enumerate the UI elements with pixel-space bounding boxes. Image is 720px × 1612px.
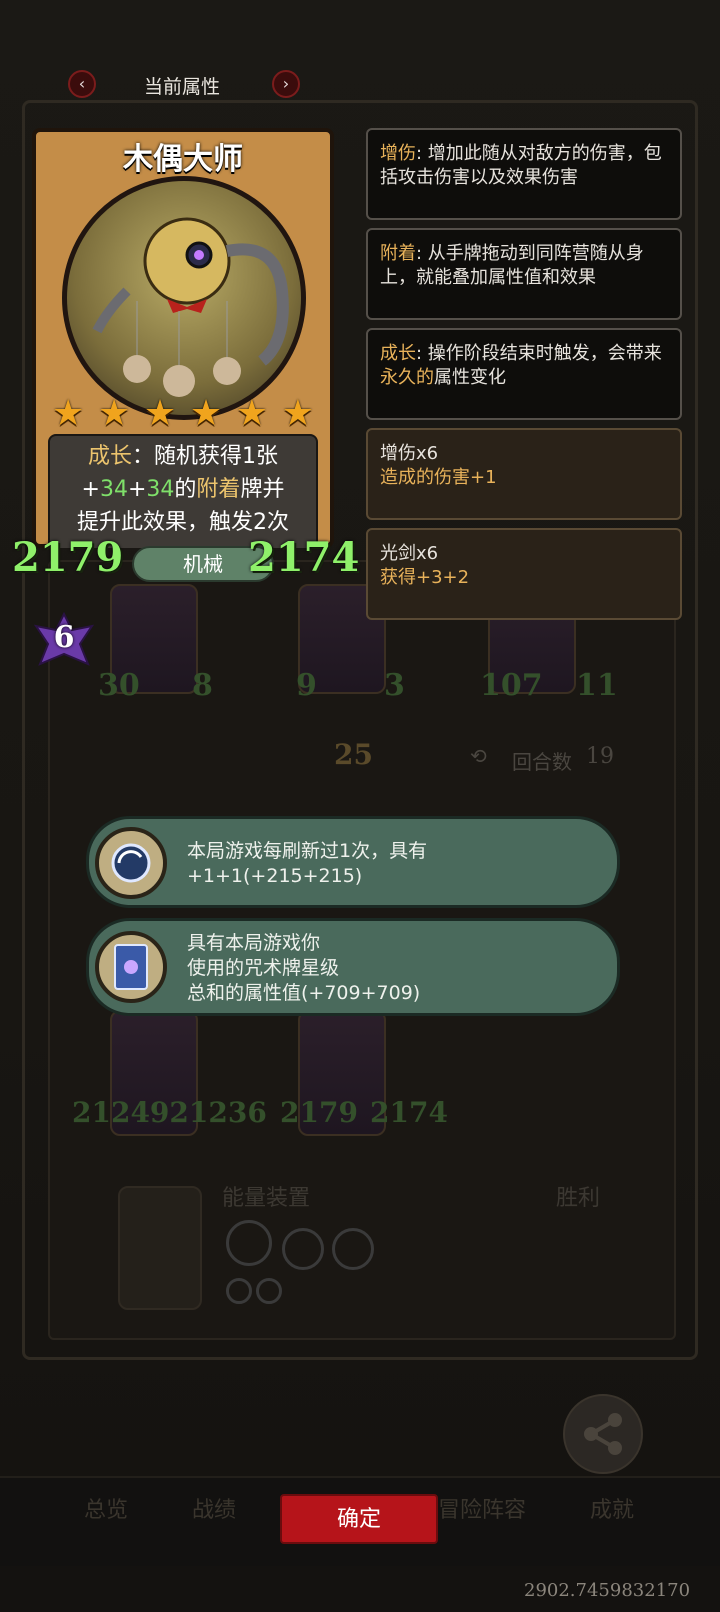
- tab-adventure-lineup[interactable]: 冒险阵容: [438, 1492, 526, 1524]
- attack-value: 2179: [12, 534, 124, 581]
- bg-minion-hp: 8: [192, 668, 213, 703]
- star-icon: ★: [235, 393, 269, 434]
- spell-book-icon: [95, 931, 167, 1003]
- bg-minion-hp: 11: [576, 668, 618, 703]
- tier-badge: 6: [33, 611, 95, 668]
- effect-line: 具有本局游戏你: [187, 932, 321, 954]
- star-icon: ★: [52, 393, 85, 434]
- hp-bonus: 34: [146, 477, 175, 502]
- desc-line-1: 成长：随机获得1张: [50, 440, 316, 473]
- tooltip-text: : 增加此随从对敌方的伤害，包括攻击伤害以及效果伤害: [380, 143, 662, 188]
- tooltip-growth: 成长: 操作阶段结束时触发，会带来永久的属性变化: [366, 328, 682, 420]
- star-icon: ★: [281, 393, 314, 434]
- keyword-attach: 附着: [196, 477, 241, 502]
- share-icon: [584, 1413, 622, 1455]
- desc-line-2: +34+34的附着牌并: [50, 473, 316, 506]
- star-icon: ★: [97, 393, 131, 434]
- buff-entry: 增伤x6 造成的伤害+1: [366, 428, 682, 520]
- effect-line: 本局游戏每刷新过1次，具有: [187, 840, 428, 862]
- bg-minion-hp: 2174: [370, 1096, 448, 1129]
- device-slot: [226, 1220, 272, 1266]
- energy-device-label: 能量装置: [222, 1185, 311, 1210]
- round-label: 回合数: [512, 752, 572, 774]
- device-slot: [282, 1228, 324, 1270]
- tooltip-text: : 从手牌拖动到同阵营随从身上，就能叠加属性值和效果: [380, 243, 644, 288]
- atk-bonus: 34: [99, 477, 128, 502]
- bg-minion-atk: 9: [296, 668, 317, 703]
- round-value: 19: [586, 744, 614, 769]
- device-slot-small: [256, 1278, 282, 1304]
- buff-entry: 光剑x6 获得+3+2: [366, 528, 682, 620]
- card-description: 成长：随机获得1张 +34+34的附着牌并 提升此效果，触发2次: [48, 434, 318, 550]
- effect-refresh: 本局游戏每刷新过1次，具有 +1+1(+215+215): [86, 816, 620, 908]
- device-slot: [332, 1228, 374, 1270]
- desc-text: 牌并: [240, 477, 285, 502]
- result-label: 胜利: [556, 1185, 601, 1210]
- star-icon: ★: [143, 393, 177, 434]
- bg-minion-atk: 2179: [280, 1096, 358, 1129]
- record-id: 2902.7459832170: [524, 1580, 691, 1601]
- next-arrow-button[interactable]: ›: [272, 70, 300, 98]
- tooltip-text: : 操作阶段结束时触发，会带来: [416, 343, 662, 364]
- confirm-button[interactable]: 确定: [280, 1494, 438, 1544]
- page-title: 当前属性: [143, 76, 220, 98]
- star-icon: ★: [189, 393, 223, 434]
- clock-device-icon: [118, 1186, 202, 1310]
- desc-text: 的: [174, 477, 197, 502]
- star-rating: ★ ★ ★ ★ ★ ★: [52, 394, 314, 434]
- card-name: 木偶大师: [123, 142, 243, 177]
- buff-effect: 获得+3+2: [380, 567, 470, 588]
- share-button[interactable]: [563, 1394, 643, 1474]
- plus-sign: +: [81, 477, 100, 502]
- effect-line: 总和的属性值(+709+709): [187, 982, 421, 1004]
- tooltip-keyword: 附着: [380, 243, 416, 264]
- tab-achievements[interactable]: 成就: [590, 1492, 634, 1524]
- bg-minion-hp: 3: [384, 668, 405, 703]
- round-icon: ⟲: [470, 746, 487, 768]
- refresh-effect-icon: [95, 827, 167, 899]
- tooltip-keyword: 成长: [380, 343, 416, 364]
- effect-line: +1+1(+215+215): [187, 865, 363, 887]
- tooltip-text: 属性变化: [434, 367, 506, 388]
- device-slot-small: [226, 1278, 252, 1304]
- health-value: 2174: [248, 534, 360, 581]
- puppet-master-art: [92, 217, 289, 397]
- effect-spell-stars: 具有本局游戏你 使用的咒术牌星级 总和的属性值(+709+709): [86, 918, 620, 1016]
- bg-minion-atk: 30: [98, 668, 140, 703]
- prev-arrow-button[interactable]: ‹: [68, 70, 96, 98]
- tooltip-attach: 附着: 从手牌拖动到同阵营随从身上，就能叠加属性值和效果: [366, 228, 682, 320]
- buff-name: 光剑x6: [380, 543, 439, 564]
- plus-sign: +: [127, 477, 147, 502]
- tab-overview[interactable]: 总览: [84, 1492, 128, 1524]
- tooltip-keyword-permanent: 永久的: [380, 367, 434, 388]
- effect-line: 使用的咒术牌星级: [187, 957, 340, 979]
- puppet-master-portrait: [62, 176, 306, 420]
- bg-minion-atk: 107: [480, 668, 543, 703]
- bg-minion-stats: 2124921236: [72, 1096, 267, 1129]
- keyword-growth: 成长: [87, 444, 132, 469]
- tooltip-keyword: 增伤: [380, 143, 416, 164]
- buff-effect: 造成的伤害+1: [380, 467, 497, 488]
- bg-level-badge: 25: [334, 738, 373, 771]
- buff-name: 增伤x6: [380, 443, 439, 464]
- desc-text: ：随机获得1张: [132, 444, 278, 469]
- tab-record[interactable]: 战绩: [192, 1492, 236, 1524]
- minion-card: 木偶大师 ★ ★ ★ ★ ★ ★ 成长：随机获得1张 +34+34的附着牌并 提…: [12, 118, 359, 598]
- tooltip-damage-boost: 增伤: 增加此随从对敌方的伤害，包括攻击伤害以及效果伤害: [366, 128, 682, 220]
- tier-value: 6: [53, 620, 75, 655]
